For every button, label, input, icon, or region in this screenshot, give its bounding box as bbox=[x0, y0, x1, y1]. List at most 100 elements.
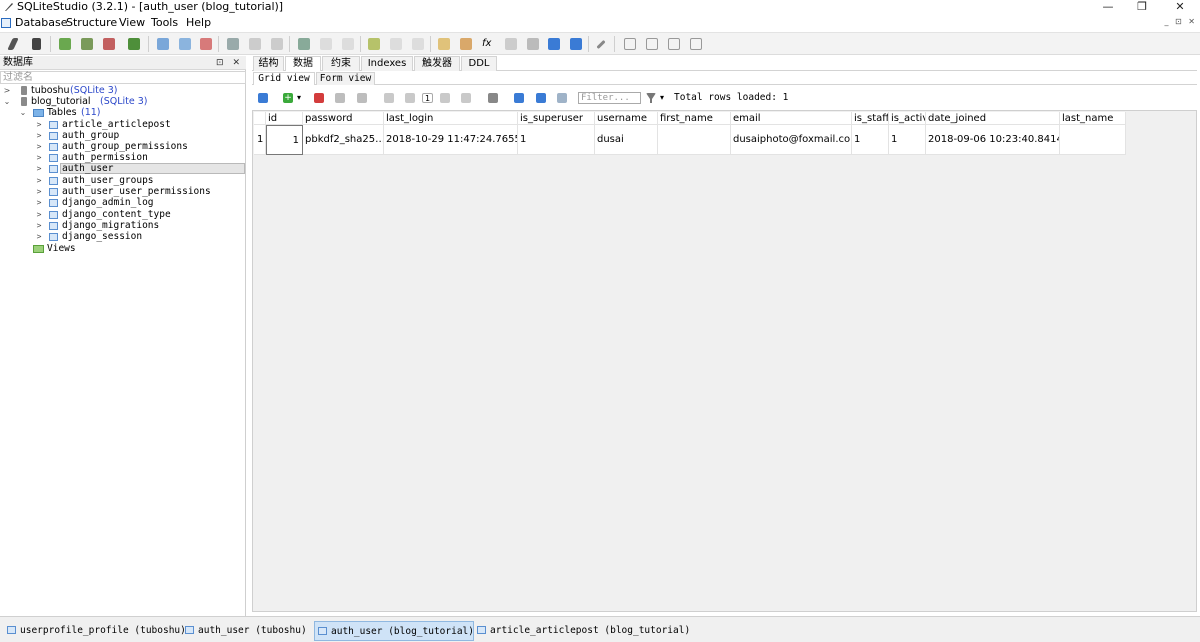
import-icon[interactable] bbox=[548, 38, 560, 50]
export-icon[interactable] bbox=[570, 38, 582, 50]
cascade-windows-icon[interactable] bbox=[690, 38, 702, 50]
menu-view[interactable]: View bbox=[117, 16, 147, 30]
tree-views-folder[interactable]: Views bbox=[0, 243, 246, 254]
tree-table-item[interactable]: > django_session bbox=[0, 231, 246, 242]
column-header[interactable]: username bbox=[595, 112, 658, 125]
table-cell[interactable]: dusaiphoto@foxmail.com bbox=[731, 125, 852, 155]
collations-icon[interactable] bbox=[505, 38, 517, 50]
tile-vertical-icon[interactable] bbox=[668, 38, 680, 50]
tab-structure[interactable]: 结构 bbox=[253, 56, 284, 71]
column-header[interactable]: last_name bbox=[1060, 112, 1126, 125]
close-button[interactable]: ✕ bbox=[1166, 0, 1194, 14]
add-row-dropdown-icon[interactable]: ▾ bbox=[297, 93, 307, 103]
table-cell[interactable]: 1 bbox=[889, 125, 926, 155]
delete-view-icon[interactable] bbox=[412, 38, 424, 50]
export-data-icon[interactable] bbox=[536, 93, 546, 103]
add-database-icon[interactable] bbox=[59, 38, 71, 50]
tab-grid-view[interactable]: Grid view bbox=[253, 72, 315, 85]
column-header[interactable]: first_name bbox=[658, 112, 731, 125]
column-header[interactable]: is_staff bbox=[852, 112, 889, 125]
menu-help[interactable]: Help bbox=[184, 16, 213, 30]
collapse-arrow-icon[interactable]: ⌄ bbox=[3, 96, 11, 107]
delete-index-icon[interactable] bbox=[271, 38, 283, 50]
minimize-button[interactable]: — bbox=[1094, 0, 1122, 14]
filter-mode-dropdown-icon[interactable]: ▾ bbox=[660, 93, 670, 103]
maximize-button[interactable]: ❐ bbox=[1128, 0, 1156, 14]
column-header[interactable]: is_superuser bbox=[518, 112, 595, 125]
tab-form-view[interactable]: Form view bbox=[316, 72, 375, 85]
tree-table-item[interactable]: > article_articlepost bbox=[0, 119, 246, 130]
table-cell[interactable]: pbkdf2_sha25… bbox=[303, 125, 384, 155]
last-page-icon[interactable] bbox=[461, 93, 471, 103]
tree-table-item[interactable]: > auth_group bbox=[0, 130, 246, 141]
column-header[interactable]: is_active bbox=[889, 112, 926, 125]
column-header[interactable]: date_joined bbox=[926, 112, 1060, 125]
mdi-window-controls[interactable]: _ ⊡ ✕ bbox=[1165, 17, 1198, 26]
tab-data[interactable]: 数据 bbox=[285, 56, 321, 71]
row-number[interactable]: 1 bbox=[254, 125, 266, 155]
column-header[interactable]: last_login bbox=[384, 112, 518, 125]
settings-wrench-icon[interactable] bbox=[596, 39, 606, 50]
import-data-icon[interactable] bbox=[514, 93, 524, 103]
tree-table-item-selected[interactable]: > auth_user bbox=[0, 163, 246, 174]
filter-funnel-icon[interactable] bbox=[646, 93, 656, 103]
extensions-icon[interactable] bbox=[527, 38, 539, 50]
commit-changes-icon[interactable] bbox=[335, 93, 345, 103]
previous-page-icon[interactable] bbox=[405, 93, 415, 103]
tile-windows-icon[interactable] bbox=[624, 38, 636, 50]
tab-indexes[interactable]: Indexes bbox=[361, 56, 413, 71]
tab-triggers[interactable]: 触发器 bbox=[414, 56, 460, 71]
task-auth-user-tuboshu[interactable]: auth_user (tuboshu) bbox=[182, 621, 307, 641]
next-page-icon[interactable] bbox=[440, 93, 450, 103]
column-header[interactable]: email bbox=[731, 112, 852, 125]
collapse-arrow-icon[interactable]: ⌄ bbox=[19, 107, 27, 118]
table-cell[interactable]: 2018-10-29 11:47:24.765539 bbox=[384, 125, 518, 155]
functions-icon[interactable]: fx bbox=[482, 38, 494, 50]
edit-table-icon[interactable] bbox=[179, 38, 191, 50]
expand-arrow-icon[interactable]: > bbox=[3, 85, 11, 96]
table-cell[interactable]: dusai bbox=[595, 125, 658, 155]
tree-tables-folder[interactable]: ⌄ Tables (11) bbox=[0, 107, 246, 118]
history-icon[interactable] bbox=[460, 38, 472, 50]
tree-db-blog-tutorial[interactable]: ⌄ blog_tutorial (SQLite 3) bbox=[0, 96, 246, 107]
commit-icon[interactable] bbox=[258, 93, 268, 103]
menu-structure[interactable]: Structure bbox=[64, 16, 119, 30]
tile-horizontal-icon[interactable] bbox=[646, 38, 658, 50]
tree-table-item[interactable]: > auth_permission bbox=[0, 152, 246, 163]
sql-editor-icon[interactable] bbox=[438, 38, 450, 50]
menu-tools[interactable]: Tools bbox=[149, 16, 180, 30]
delete-table-icon[interactable] bbox=[200, 38, 212, 50]
tab-ddl[interactable]: DDL bbox=[461, 56, 497, 71]
create-table-icon[interactable] bbox=[157, 38, 169, 50]
insert-values-icon[interactable] bbox=[557, 93, 567, 103]
refresh-data-icon[interactable] bbox=[488, 93, 498, 103]
first-page-icon[interactable] bbox=[384, 93, 394, 103]
create-view-icon[interactable] bbox=[368, 38, 380, 50]
table-cell[interactable]: 1 bbox=[852, 125, 889, 155]
edit-trigger-icon[interactable] bbox=[320, 38, 332, 50]
tree-table-item[interactable]: > django_admin_log bbox=[0, 197, 246, 208]
database-filter-input[interactable]: 过滤名 bbox=[0, 71, 246, 84]
grid-filter-input[interactable]: Filter... bbox=[578, 92, 641, 104]
edit-database-icon[interactable] bbox=[81, 38, 93, 50]
column-header[interactable]: password bbox=[303, 112, 384, 125]
add-row-icon[interactable]: + bbox=[283, 93, 293, 103]
disconnect-icon[interactable] bbox=[32, 38, 41, 50]
edit-index-icon[interactable] bbox=[249, 38, 261, 50]
table-cell[interactable]: 1 bbox=[266, 125, 303, 155]
remove-database-icon[interactable] bbox=[103, 38, 115, 50]
menu-database[interactable]: Database bbox=[13, 16, 70, 30]
panel-float-close-buttons[interactable]: ⊡ ✕ bbox=[216, 56, 243, 70]
refresh-database-icon[interactable] bbox=[128, 38, 140, 50]
task-article-articlepost-blog-tutorial[interactable]: article_articlepost (blog_tutorial) bbox=[474, 621, 690, 641]
tree-db-tuboshu[interactable]: > tuboshu (SQLite 3) bbox=[0, 85, 246, 96]
table-cell[interactable]: 1 bbox=[518, 125, 595, 155]
tree-table-item[interactable]: > auth_user_groups bbox=[0, 175, 246, 186]
tree-table-item[interactable]: > auth_group_permissions bbox=[0, 141, 246, 152]
create-index-icon[interactable] bbox=[227, 38, 239, 50]
tree-table-item[interactable]: > django_content_type bbox=[0, 209, 246, 220]
tree-table-item[interactable]: > django_migrations bbox=[0, 220, 246, 231]
column-header[interactable]: id bbox=[266, 112, 303, 125]
table-cell[interactable] bbox=[658, 125, 731, 155]
create-trigger-icon[interactable] bbox=[298, 38, 310, 50]
